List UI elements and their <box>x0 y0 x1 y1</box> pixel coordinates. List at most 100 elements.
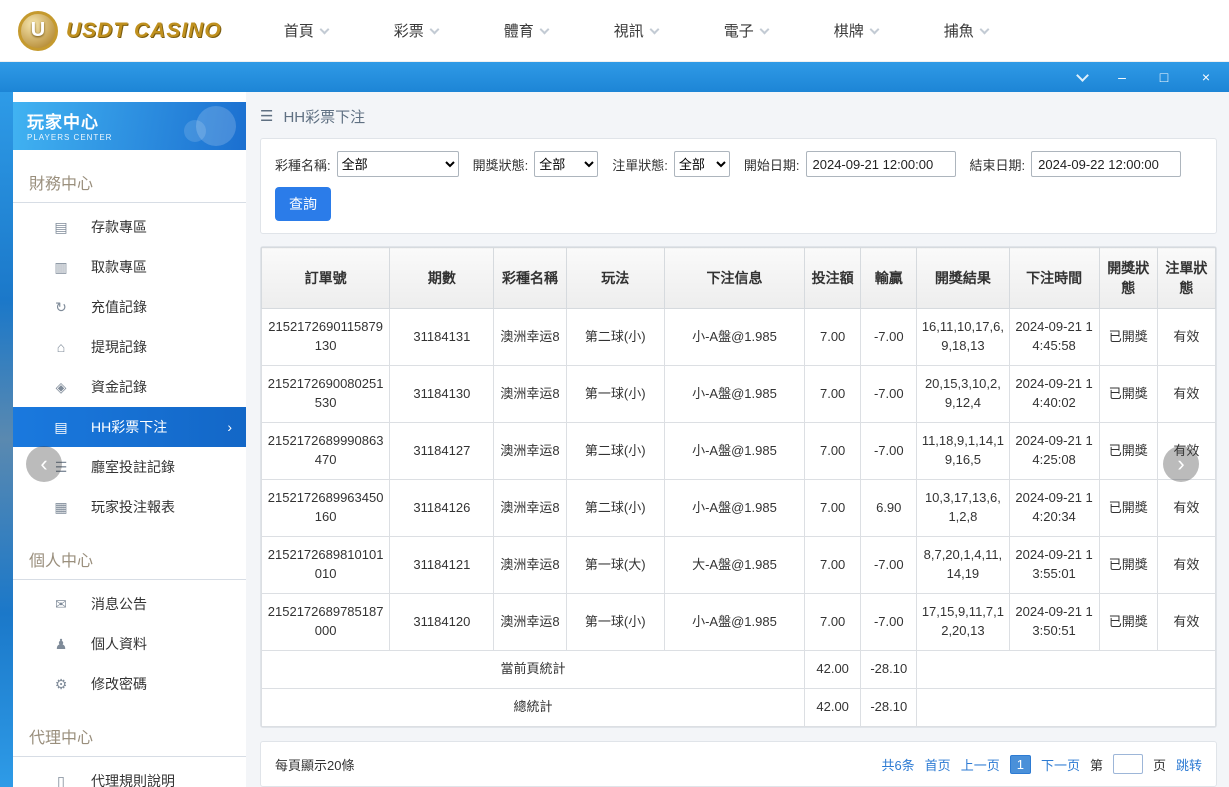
nav-item-lottery[interactable]: 彩票 <box>394 20 440 41</box>
bets-table-card: 訂單號 期數 彩種名稱 玩法 下注信息 投注額 輸贏 開獎結果 下注時間 開獎狀… <box>260 246 1217 728</box>
site-logo[interactable]: U USDT CASINO <box>18 10 222 51</box>
cell-bet-time: 2024-09-21 13:55:01 <box>1008 536 1100 595</box>
chevron-down-icon <box>869 24 880 34</box>
sidebar-item-cashout-records[interactable]: ⌂ 提現記錄 <box>13 327 246 367</box>
total-summary-empty <box>916 688 1216 727</box>
cell-bet-amount: 7.00 <box>804 479 862 538</box>
table-row[interactable]: 2152172689810101010 31184121 澳洲幸运8 第一球(大… <box>260 536 1217 595</box>
table-row[interactable]: 2152172689963450160 31184126 澳洲幸运8 第二球(小… <box>260 479 1217 538</box>
cell-lottery-name: 澳洲幸运8 <box>493 308 567 367</box>
cell-draw-result: 11,18,9,1,14,19,16,5 <box>916 422 1010 481</box>
next-page-link[interactable]: 下一页 <box>1041 755 1080 774</box>
table-row[interactable]: 2152172689990863470 31184127 澳洲幸运8 第二球(小… <box>260 422 1217 481</box>
col-lottery-name: 彩種名稱 <box>493 247 567 310</box>
nav-item-home[interactable]: 首頁 <box>284 20 330 41</box>
jump-button[interactable]: 跳转 <box>1176 755 1202 774</box>
sidebar-subtitle: PLAYERS CENTER <box>27 133 113 142</box>
logo-text: USDT CASINO <box>66 18 222 42</box>
cell-period: 31184130 <box>389 365 495 424</box>
col-draw-result: 開獎結果 <box>916 247 1010 310</box>
sidebar-item-deposit[interactable]: ▤ 存款專區 <box>13 207 246 247</box>
prev-page-link[interactable]: 上一页 <box>961 755 1000 774</box>
order-status-select[interactable]: 全部 <box>673 151 730 178</box>
cell-bet-info: 小-A盤@1.985 <box>663 365 806 424</box>
search-button[interactable]: 查詢 <box>275 187 331 222</box>
table-row[interactable]: 2152172690115879130 31184131 澳洲幸运8 第二球(小… <box>260 308 1217 367</box>
nav-label: 棋牌 <box>833 23 864 40</box>
cell-draw-status: 已開獎 <box>1098 365 1158 424</box>
table-row[interactable]: 2152172690080251530 31184130 澳洲幸运8 第一球(小… <box>260 365 1217 424</box>
page-title: HH彩票下注 <box>283 108 366 126</box>
window-titlebar: – □ × <box>0 62 1229 92</box>
col-win-loss: 輸贏 <box>860 247 918 310</box>
cell-bet-info: 小-A盤@1.985 <box>663 479 806 538</box>
main-content: ☰ HH彩票下注 彩種名稱: 全部 開獎狀態: 全部 注單狀態: 全部 開始日期… <box>246 92 1229 787</box>
sidebar-item-agent-rules[interactable]: ▯ 代理規則說明 <box>13 761 246 787</box>
carousel-left-arrow[interactable]: ‹ <box>26 446 62 482</box>
page-summary-row: 當前頁統計 42.00 -28.10 <box>260 650 1216 690</box>
sidebar-item-change-password[interactable]: ⚙ 修改密碼 <box>13 664 246 704</box>
nav-item-fishing[interactable]: 捕魚 <box>944 20 990 41</box>
cell-draw-status: 已開獎 <box>1098 536 1158 595</box>
col-bet-time: 下注時間 <box>1008 247 1100 310</box>
window-minimize-icon[interactable]: – <box>1115 70 1129 84</box>
table-row[interactable]: 2152172689785187000 31184120 澳洲幸运8 第一球(小… <box>260 593 1217 652</box>
carousel-right-arrow[interactable]: › <box>1163 446 1199 482</box>
cell-play-type: 第二球(小) <box>565 422 665 481</box>
sidebar-item-funds-records[interactable]: ◈ 資金記錄 <box>13 367 246 407</box>
cell-draw-result: 10,3,17,13,6,1,2,8 <box>916 479 1010 538</box>
cell-play-type: 第二球(小) <box>565 308 665 367</box>
sidebar-item-withdraw[interactable]: ▥ 取款專區 <box>13 247 246 287</box>
nav-item-electronic[interactable]: 電子 <box>724 20 770 41</box>
chevron-down-icon <box>979 24 990 34</box>
window-close-icon[interactable]: × <box>1199 70 1213 84</box>
draw-status-select[interactable]: 全部 <box>534 151 599 178</box>
cell-order-number: 2152172690080251530 <box>260 365 391 424</box>
sidebar-item-recharge-records[interactable]: ↻ 充值記錄 <box>13 287 246 327</box>
cell-draw-result: 16,11,10,17,6,9,18,13 <box>916 308 1010 367</box>
lottery-name-select[interactable]: 全部 <box>336 151 459 178</box>
sidebar-item-label: 存款專區 <box>91 219 147 235</box>
sidebar-item-label: 廳室投註記錄 <box>91 459 175 475</box>
section-agent: 代理中心 ▯ 代理規則說明 <box>13 704 246 787</box>
window-maximize-icon[interactable]: □ <box>1157 70 1171 84</box>
nav-item-sports[interactable]: 體育 <box>503 20 550 41</box>
nav-item-boardgames[interactable]: 棋牌 <box>833 20 880 41</box>
cell-lottery-name: 澳洲幸运8 <box>493 422 567 481</box>
sidebar-item-label: 代理規則說明 <box>91 773 175 787</box>
table-body: 2152172690115879130 31184131 澳洲幸运8 第二球(小… <box>260 308 1217 652</box>
window-collapse-icon[interactable] <box>1076 68 1089 82</box>
cell-bet-amount: 7.00 <box>804 308 862 367</box>
chevron-down-icon <box>759 24 770 34</box>
cell-draw-status: 已開獎 <box>1098 422 1158 481</box>
col-order-number: 訂單號 <box>260 247 391 310</box>
cell-order-number: 2152172689785187000 <box>260 593 391 652</box>
sidebar-item-player-bet-report[interactable]: ▦ 玩家投注報表 <box>13 487 246 527</box>
sidebar-item-announcements[interactable]: ✉ 消息公告 <box>13 584 246 624</box>
draw-status-label: 開獎狀態: <box>472 157 529 173</box>
menu-icon[interactable]: ☰ <box>260 107 273 125</box>
cell-play-type: 第一球(大) <box>565 536 665 595</box>
start-date-input[interactable] <box>805 151 956 178</box>
jump-page-input[interactable] <box>1112 754 1143 774</box>
cell-play-type: 第一球(小) <box>565 593 665 652</box>
page-summary-empty <box>916 650 1216 690</box>
sidebar-item-hh-lottery-bets[interactable]: ▤ HH彩票下注 › <box>13 407 246 447</box>
col-play-type: 玩法 <box>565 247 665 310</box>
user-icon: ♟ <box>54 635 68 652</box>
nav-label: 體育 <box>503 23 534 40</box>
sidebar-item-profile[interactable]: ♟ 個人資料 <box>13 624 246 664</box>
cell-play-type: 第一球(小) <box>565 365 665 424</box>
current-page-badge[interactable]: 1 <box>1009 754 1031 774</box>
first-page-link[interactable]: 首页 <box>925 755 951 774</box>
nav-label: 視訊 <box>613 23 644 40</box>
cell-period: 31184131 <box>389 308 495 367</box>
end-date-label: 結束日期: <box>969 157 1026 173</box>
nav-item-video[interactable]: 視訊 <box>613 20 660 41</box>
end-date-input[interactable] <box>1031 151 1182 178</box>
pager: 共6条 首页 上一页 1 下一页 第 页 跳转 <box>881 754 1202 774</box>
start-date-label: 開始日期: <box>743 157 800 173</box>
cell-win-loss: -7.00 <box>860 593 918 652</box>
chevron-right-icon: › <box>227 419 232 435</box>
cell-bet-time: 2024-09-21 14:20:34 <box>1008 479 1100 538</box>
